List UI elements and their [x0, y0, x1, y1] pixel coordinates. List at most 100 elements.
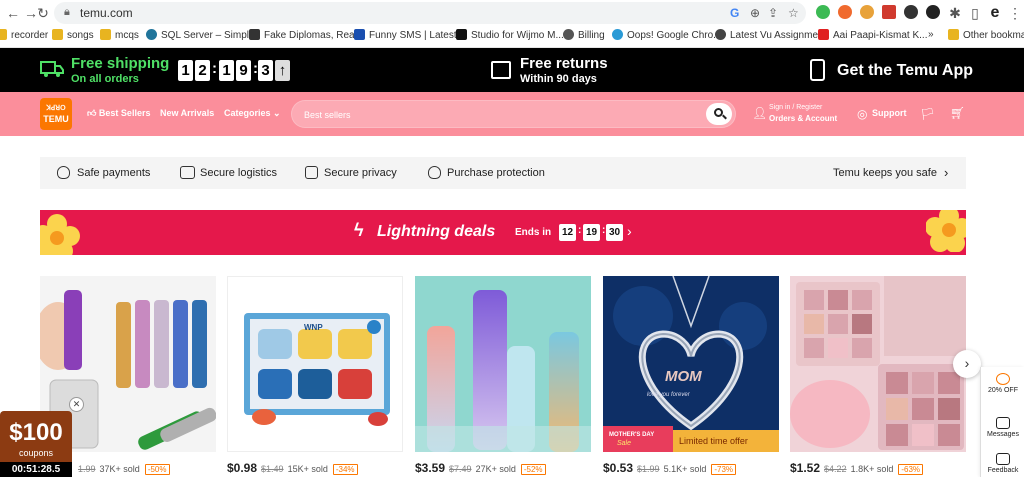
nav-best-sellers[interactable]: 👍︎ Best Sellers [87, 108, 150, 119]
zoom-icon[interactable]: ⊕ [750, 6, 760, 20]
reload-icon[interactable]: ↻ [34, 4, 52, 22]
bookmark-item[interactable]: Oops! Google Chro... [612, 29, 722, 41]
countdown-hours: 12 [559, 224, 576, 241]
temu-logo[interactable]: ꓘꓒꓤꓳ TEMU [40, 98, 72, 130]
product-image[interactable] [790, 276, 966, 452]
bookmark-item[interactable]: mcqs [100, 29, 139, 41]
flag-icon[interactable]: 🏳︎ [920, 107, 935, 121]
search-button[interactable] [706, 103, 732, 125]
coupon-label: coupons [18, 448, 54, 458]
folder-icon [948, 29, 959, 40]
back-icon[interactable]: ← [4, 4, 22, 22]
wordpress-icon [146, 29, 157, 40]
signin-link[interactable]: Sign in / Register [769, 104, 822, 111]
lightning-deals-banner[interactable]: ϟ Lightning deals Ends in 12 : 19 : 30 › [40, 210, 966, 255]
bookmark-item[interactable]: Other bookmarks [948, 29, 1024, 41]
extension-icon[interactable] [926, 5, 940, 19]
get-app-link[interactable]: Get the Temu App [837, 62, 973, 80]
profile-icon[interactable]: e [986, 4, 1004, 22]
free-returns-subtitle: Within 90 days [520, 73, 597, 85]
flower-decoration [40, 214, 80, 255]
product-price-row: $1.52 $4.22 1.8K+ sold -63% [790, 461, 924, 475]
user-icon[interactable]: 👤︎ [752, 106, 767, 120]
nav-new-arrivals[interactable]: New Arrivals [160, 108, 214, 118]
site-header: ꓘꓒꓤꓳ TEMU 👍︎ Best Sellers New Arrivals C… [0, 92, 1024, 136]
chevron-right-icon: › [964, 355, 970, 371]
bookmark-item[interactable]: Studio for Wijmo M... [456, 29, 564, 41]
support-icon[interactable]: ◎ [857, 107, 867, 121]
site-icon [612, 29, 623, 40]
lightning-icon: ϟ [354, 220, 364, 240]
bookmark-item[interactable]: Fake Diplomas, Real... [249, 29, 365, 41]
menu-icon[interactable]: ⋮ [1006, 4, 1024, 22]
extension-grammarly-icon[interactable] [816, 5, 830, 19]
countdown-seconds: 30 [606, 224, 623, 241]
extensions-puzzle-icon[interactable]: ✱ [946, 4, 964, 22]
logo-mark: ꓘꓒꓤꓳ [46, 105, 66, 112]
safety-item: Secure logistics [200, 167, 278, 179]
cart-icon[interactable]: 🛒︎ [950, 106, 965, 120]
bookmark-item[interactable]: Funny SMS | Latest... [354, 29, 465, 41]
timer-digit: 1 [219, 60, 234, 81]
safety-item: Secure privacy [324, 167, 397, 179]
product-image[interactable]: WNP [227, 276, 403, 452]
bookmark-item[interactable]: Billing [563, 29, 605, 41]
address-bar[interactable]: 🔒︎ temu.com G ⊕ ⇪ ☆ [54, 2, 806, 24]
product-image[interactable]: MOM love you forever MOTHER'S DAY Sale L… [603, 276, 779, 452]
google-icon[interactable]: G [730, 6, 739, 20]
search-input[interactable]: Best sellers [304, 110, 351, 120]
feedback-icon [996, 453, 1010, 465]
extension-icon[interactable] [904, 5, 918, 19]
product-price-row: $0.53 $1.99 5.1K+ sold -73% [603, 461, 737, 475]
pendant-text: MOM [665, 368, 702, 385]
returns-icon [491, 61, 511, 79]
side-panel-icon[interactable]: ▯ [966, 4, 984, 22]
countdown-colon: : [602, 225, 606, 236]
safety-item: Safe payments [77, 167, 151, 179]
bookmark-item[interactable]: Aai Paapi-Kismat K... [818, 29, 927, 41]
countdown-minutes: 19 [583, 224, 600, 241]
lock-icon: 🔒︎ [64, 6, 70, 18]
safety-bar[interactable]: Safe payments Secure logistics Secure pr… [40, 157, 966, 189]
brand-label: WNP [304, 323, 323, 332]
chevron-right-icon: › [627, 223, 632, 239]
coupon-timer: 00:51:28.5 [0, 462, 72, 477]
bookmark-item[interactable]: Latest Vu Assignme... [715, 29, 826, 41]
messages-button[interactable]: Messages [981, 417, 1024, 438]
bookmark-item[interactable]: SQL Server – Simpl... [146, 29, 257, 41]
nav-categories[interactable]: Categories ⌄ [224, 108, 281, 119]
url-text: temu.com [80, 6, 133, 20]
extension-icon[interactable] [860, 5, 874, 19]
globe-icon [563, 29, 574, 40]
product-image[interactable] [415, 276, 591, 452]
limited-offer-label: Limited time offer [679, 436, 748, 446]
timer-colon: : [212, 60, 217, 77]
orders-account-link[interactable]: Orders & Account [769, 114, 837, 123]
bookmark-star-icon[interactable]: ☆ [788, 6, 799, 20]
shield-icon [428, 166, 441, 179]
phone-icon [810, 59, 825, 81]
close-icon[interactable]: ✕ [69, 397, 84, 412]
keeps-safe-link[interactable]: Temu keeps you safe [833, 167, 937, 179]
bookmark-item[interactable]: recorder [0, 29, 48, 41]
support-link[interactable]: Support [872, 108, 907, 118]
coupon-widget[interactable]: $100 coupons 00:51:28.5 [0, 411, 72, 477]
promo-bar: Free shipping On all orders 1 2 : 1 9 : … [0, 48, 1024, 92]
feedback-button[interactable]: Feedback [981, 453, 1024, 474]
bookmarks-overflow-button[interactable]: » [928, 29, 934, 40]
pendant-subtext: love you forever [647, 392, 690, 398]
extension-icon[interactable] [882, 5, 896, 19]
promo-badge-sale: Sale [617, 440, 632, 447]
carousel-next-button[interactable]: › [953, 350, 981, 378]
bookmark-item[interactable]: songs [52, 29, 94, 41]
globe-icon [715, 29, 726, 40]
extension-icon[interactable] [838, 5, 852, 19]
coupon-amount: $100 [9, 419, 63, 446]
share-icon[interactable]: ⇪ [768, 6, 778, 20]
thumbs-up-icon: 👍︎ [87, 108, 97, 118]
promo-badge: MOTHER'S DAY [609, 432, 655, 438]
folder-icon [0, 29, 7, 40]
search-bar[interactable]: Best sellers [291, 100, 736, 128]
timer-digit: 2 [195, 60, 210, 81]
discount-button[interactable]: 20% OFF [981, 373, 1024, 394]
